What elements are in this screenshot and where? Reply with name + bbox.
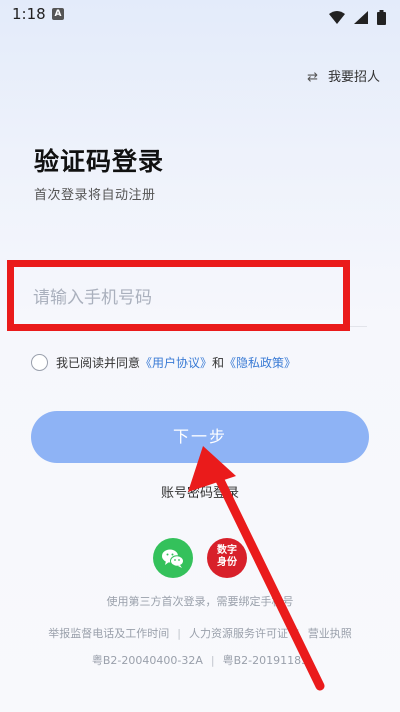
system-icons — [325, 7, 386, 26]
divider: | — [210, 654, 215, 667]
password-login-link[interactable]: 账号密码登录 — [0, 482, 400, 501]
wifi-icon — [328, 11, 345, 24]
digital-id-label: 数字 身份 — [217, 545, 237, 568]
agreement-row: 我已阅读并同意 《用户协议》 和 《隐私政策》 — [31, 352, 296, 372]
page-subtitle: 首次登录将自动注册 — [34, 188, 156, 203]
user-agreement-link[interactable]: 《用户协议》 — [140, 354, 212, 371]
switch-to-recruiter-link[interactable]: ⇄ 我要招人 — [307, 66, 380, 85]
digital-id-login-button[interactable]: 数字 身份 — [207, 538, 247, 578]
agree-prefix: 我已阅读并同意 — [56, 355, 141, 370]
switch-label: 我要招人 — [327, 70, 380, 85]
wechat-icon — [162, 549, 184, 568]
notification-icon: A — [52, 8, 64, 20]
icp-number-1[interactable]: 粤B2-20040400-32A — [92, 654, 203, 667]
hr-license-link[interactable]: 人力资源服务许可证 — [189, 627, 288, 640]
divider: | — [177, 627, 181, 640]
status-bar: 1:18 A — [0, 0, 400, 30]
annotation-highlight-box — [7, 260, 350, 331]
business-license-link[interactable]: 营业执照 — [308, 627, 352, 640]
agree-checkbox[interactable] — [31, 353, 48, 371]
agree-and: 和 — [212, 355, 225, 370]
next-button[interactable]: 下一步 — [31, 411, 369, 463]
signal-icon — [353, 11, 368, 24]
report-link[interactable]: 举报监督电话及工作时间 — [48, 627, 169, 640]
swap-icon: ⇄ — [307, 70, 318, 85]
battery-icon — [377, 10, 386, 25]
icp-info: 粤B2-20040400-32A | 粤B2-20191183 — [0, 652, 400, 668]
footer-links: 举报监督电话及工作时间 | 人力资源服务许可证 | 营业执照 — [0, 625, 400, 641]
divider: | — [296, 627, 300, 640]
icp-number-2[interactable]: 粤B2-20191183 — [223, 654, 309, 667]
privacy-policy-link[interactable]: 《隐私政策》 — [224, 354, 296, 371]
page-title: 验证码登录 — [34, 147, 165, 176]
wechat-login-button[interactable] — [153, 538, 193, 578]
status-time: 1:18 — [12, 5, 46, 23]
third-party-note: 使用第三方首次登录，需要绑定手机号 — [106, 595, 294, 608]
